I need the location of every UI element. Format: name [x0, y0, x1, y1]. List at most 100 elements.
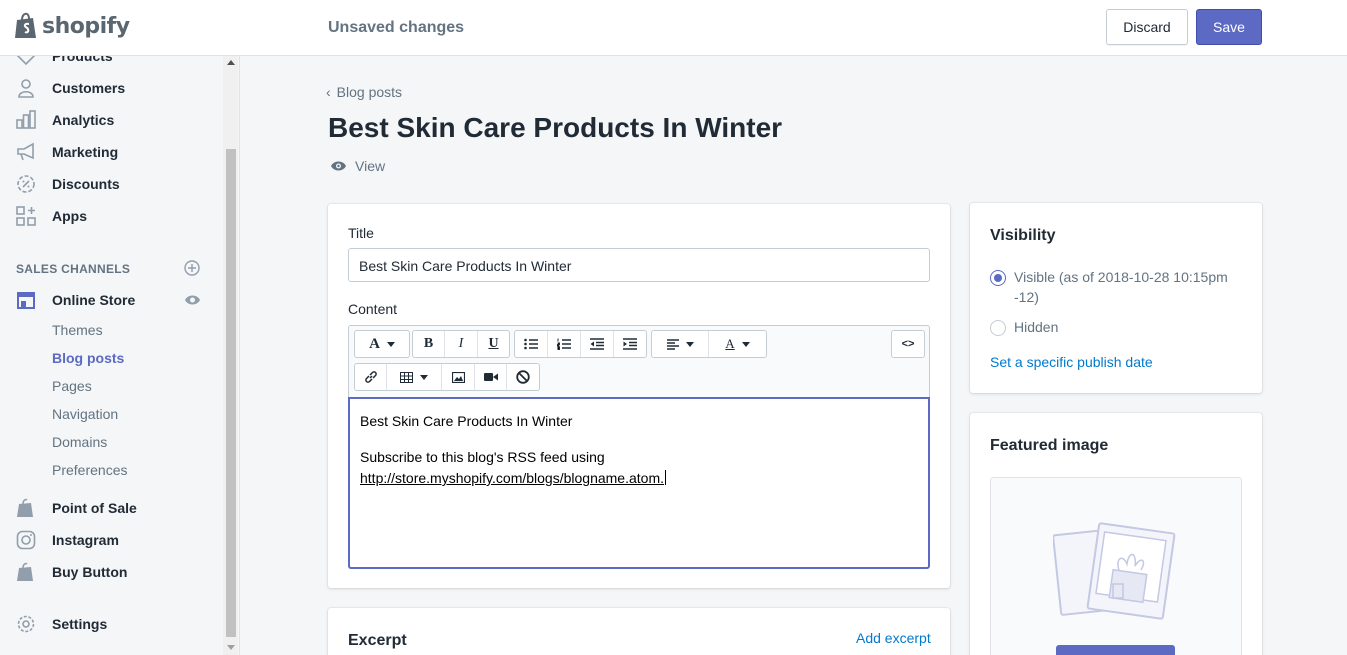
link-icon[interactable] [355, 364, 387, 390]
sidebar-sub-pages[interactable]: Pages [52, 378, 92, 394]
shopify-bag-icon [15, 12, 36, 38]
sales-channels-heading: SALES CHANNELS [16, 262, 131, 276]
gear-icon [17, 615, 35, 633]
sidebar-item-label: Point of Sale [52, 500, 137, 516]
text-cursor [665, 470, 666, 485]
numbered-list-icon[interactable] [548, 331, 581, 357]
view-label: View [355, 158, 386, 174]
sidebar: Products Customers Analytics Marketing D… [0, 56, 240, 655]
title-input[interactable]: Best Skin Care Products In Winter [348, 248, 930, 282]
format-group: B I U [412, 330, 510, 358]
sidebar-sub-navigation[interactable]: Navigation [52, 406, 118, 422]
eye-icon[interactable] [184, 294, 201, 306]
align-left-icon [666, 338, 679, 350]
caret-down-icon [685, 341, 694, 347]
top-bar: shopify Unsaved changes Discard Save [0, 0, 1347, 56]
caret-down-icon [741, 341, 750, 347]
content-paragraph: Subscribe to this blog's RSS feed using … [360, 447, 918, 489]
list-group [514, 330, 647, 358]
post-content-card: Title Best Skin Care Products In Winter … [328, 204, 950, 588]
sidebar-item-label: Instagram [52, 532, 119, 548]
view-link[interactable]: View [330, 158, 385, 174]
add-channel-icon[interactable] [184, 260, 200, 276]
insert-group [354, 363, 540, 391]
bar-chart-icon [16, 110, 36, 129]
breadcrumb[interactable]: ‹ Blog posts [326, 84, 402, 100]
sidebar-item-label: Settings [52, 616, 108, 632]
sidebar-item-label: Marketing [52, 144, 119, 160]
bulleted-list-icon[interactable] [515, 331, 548, 357]
font-button[interactable]: A [355, 331, 409, 357]
instagram-icon [16, 530, 36, 550]
shopify-logo[interactable]: shopify [14, 12, 130, 40]
code-icon[interactable]: <> [892, 331, 924, 357]
rich-text-editor: A B I U A <> Best Skin Care Products In … [348, 325, 930, 569]
rss-text: Subscribe to this blog's RSS feed using [360, 449, 605, 465]
content-paragraph: Best Skin Care Products In Winter [360, 413, 573, 429]
sidebar-item-label: Buy Button [52, 564, 128, 580]
breadcrumb-label: Blog posts [336, 84, 403, 100]
eye-icon [331, 161, 346, 171]
sidebar-item-label: Customers [52, 80, 126, 96]
megaphone-icon [17, 142, 34, 161]
bold-icon[interactable]: B [413, 331, 445, 357]
insert-image-icon[interactable] [442, 364, 475, 390]
align-dropdown[interactable] [652, 331, 709, 357]
italic-icon[interactable]: I [445, 331, 478, 357]
sidebar-scrollbar-thumb[interactable] [226, 149, 236, 637]
apps-icon [16, 206, 36, 226]
upload-image-button[interactable] [1056, 645, 1175, 655]
excerpt-card: Excerpt Add excerpt [328, 608, 950, 655]
unsaved-changes-label: Unsaved changes [328, 19, 465, 36]
discount-icon [17, 175, 35, 193]
insert-video-icon[interactable] [475, 364, 507, 390]
publish-date-link[interactable]: Set a specific publish date [990, 354, 1153, 370]
title-label: Title [348, 225, 374, 241]
table-icon [400, 371, 413, 383]
html-toggle[interactable]: <> [891, 330, 925, 358]
visible-radio[interactable] [990, 270, 1006, 286]
add-excerpt-link[interactable]: Add excerpt [856, 630, 931, 646]
visibility-card: Visibility Visible (as of 2018-10-28 10:… [970, 203, 1262, 393]
caret-down-icon [386, 341, 395, 347]
scroll-down-arrow-icon[interactable] [227, 645, 235, 650]
visible-radio-label: Visible (as of 2018-10-28 10:15pm -12) [1014, 269, 1228, 305]
sidebar-item-label: Discounts [52, 176, 120, 192]
content-label: Content [348, 301, 398, 317]
rss-url: http://store.myshopify.com/blogs/blognam… [360, 470, 664, 486]
outdent-icon[interactable] [581, 331, 614, 357]
caret-down-icon [420, 374, 428, 380]
shopify-bag-icon [17, 498, 33, 517]
sidebar-item-label: Products [52, 56, 113, 64]
font-dropdown[interactable]: A [354, 330, 410, 358]
table-dropdown[interactable] [387, 364, 442, 390]
text-color-icon: A [725, 336, 735, 351]
sidebar-sub-blog-posts[interactable]: Blog posts [52, 350, 124, 366]
sidebar-item-label: Apps [52, 208, 87, 224]
discard-button[interactable]: Discard [1106, 9, 1188, 45]
text-color-dropdown[interactable]: A [709, 331, 766, 357]
hidden-radio[interactable] [990, 320, 1006, 336]
save-button[interactable]: Save [1196, 9, 1262, 45]
image-placeholder-icon [1053, 522, 1176, 620]
page-title: Best Skin Care Products In Winter [328, 112, 783, 143]
tag-icon [16, 56, 35, 66]
chevron-left-icon: ‹ [326, 84, 331, 100]
font-icon: A [369, 335, 380, 352]
editor-content-area[interactable]: Best Skin Care Products In Winter Subscr… [348, 397, 930, 569]
sidebar-item-label: Analytics [52, 112, 115, 128]
clear-formatting-icon[interactable] [507, 364, 539, 390]
sidebar-sub-preferences[interactable]: Preferences [52, 462, 127, 478]
sidebar-sub-themes[interactable]: Themes [52, 322, 103, 338]
hidden-radio-label: Hidden [1014, 319, 1059, 335]
sidebar-sub-domains[interactable]: Domains [52, 434, 107, 450]
shopify-bag-icon [17, 562, 33, 581]
align-color-group: A [651, 330, 767, 358]
scroll-up-arrow-icon[interactable] [227, 60, 235, 65]
person-icon [18, 79, 34, 98]
image-dropzone[interactable] [990, 477, 1242, 655]
excerpt-heading: Excerpt [348, 632, 407, 649]
store-icon [17, 292, 35, 309]
indent-icon[interactable] [614, 331, 646, 357]
underline-icon[interactable]: U [478, 331, 509, 357]
